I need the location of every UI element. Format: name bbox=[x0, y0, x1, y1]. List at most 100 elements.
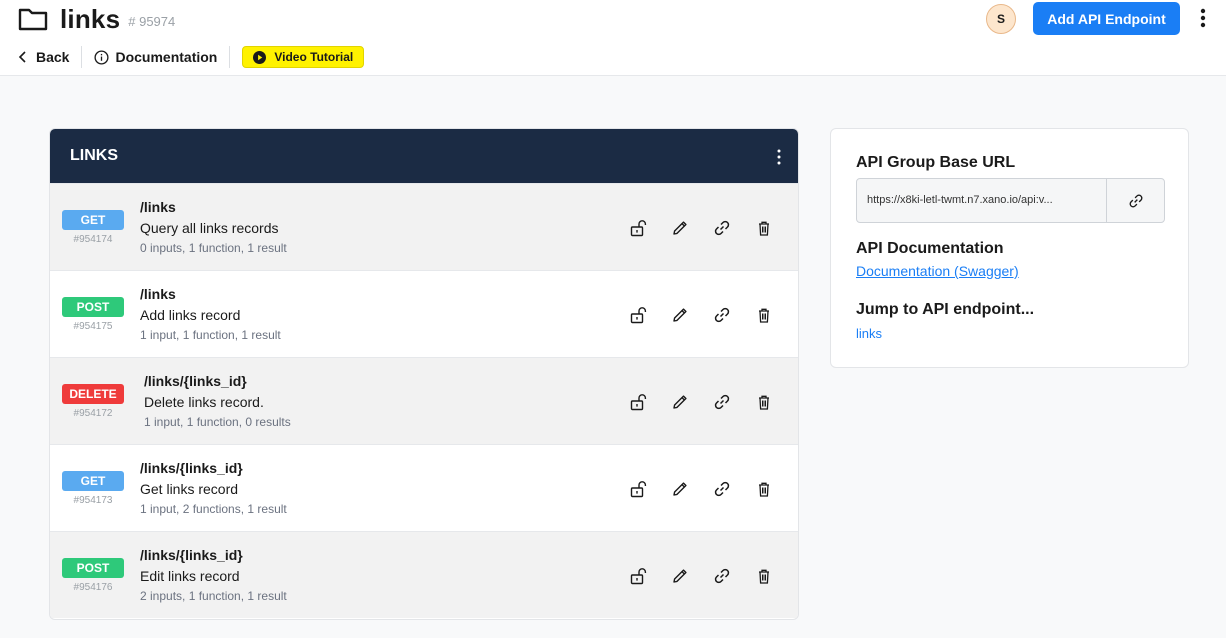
info-icon bbox=[94, 49, 110, 65]
endpoint-row[interactable]: GET #954174/links Query all links records 0… bbox=[50, 183, 798, 270]
divider bbox=[81, 46, 83, 68]
endpoint-info: /links/{links_id} Delete links record. 1 i… bbox=[144, 372, 291, 430]
endpoint-meta: 1 input, 2 functions, 1 result bbox=[140, 502, 287, 516]
endpoint-list: GET #954174/links Query all links records 0… bbox=[50, 183, 798, 618]
trash-icon bbox=[759, 221, 769, 236]
pencil-button[interactable] bbox=[670, 392, 690, 412]
link-button[interactable] bbox=[712, 392, 732, 412]
divider bbox=[229, 46, 231, 68]
endpoint-row[interactable]: POST #954176/links/{links_id} Edit links r… bbox=[50, 531, 798, 618]
back-button[interactable]: Back bbox=[18, 49, 69, 65]
title-row: links # 95974 bbox=[18, 4, 175, 34]
unlock-button[interactable] bbox=[628, 566, 648, 586]
pencil-button[interactable] bbox=[670, 479, 690, 499]
folder-icon bbox=[18, 8, 48, 31]
row-actions bbox=[628, 566, 796, 586]
endpoint-id: #954174 bbox=[73, 234, 113, 245]
pencil-button[interactable] bbox=[670, 305, 690, 325]
endpoint-description: Add links record bbox=[140, 307, 241, 323]
copy-url-button[interactable] bbox=[1106, 179, 1164, 222]
trash-icon bbox=[759, 308, 769, 323]
pencil-icon bbox=[673, 395, 687, 409]
method-badge: POST bbox=[62, 297, 124, 317]
row-actions bbox=[628, 305, 796, 325]
pencil-icon bbox=[673, 221, 687, 235]
endpoint-id: #954172 bbox=[73, 408, 113, 419]
documentation-link[interactable]: Documentation bbox=[94, 49, 217, 65]
endpoint-info: /links Query all links records 0 inputs, 1… bbox=[140, 198, 287, 256]
trash-button[interactable] bbox=[754, 218, 774, 238]
endpoint-id: #954176 bbox=[73, 582, 113, 593]
page-title: links bbox=[60, 3, 121, 34]
endpoint-meta: 1 input, 1 function, 0 results bbox=[144, 415, 291, 429]
endpoint-info: /links/{links_id} Get links record 1 input… bbox=[140, 459, 287, 517]
trash-icon bbox=[759, 395, 769, 410]
video-tutorial-label: Video Tutorial bbox=[274, 50, 354, 64]
endpoint-id: #954173 bbox=[73, 495, 113, 506]
endpoint-row[interactable]: DELETE #954172/links/{links_id} Delete lin… bbox=[50, 357, 798, 444]
unlock-button[interactable] bbox=[628, 218, 648, 238]
link-button[interactable] bbox=[712, 479, 732, 499]
base-url-heading: API Group Base URL bbox=[856, 154, 1016, 171]
link-icon bbox=[714, 481, 730, 497]
jump-endpoint-link[interactable]: links bbox=[856, 326, 882, 341]
endpoint-row[interactable]: GET #954173/links/{links_id} Get links rec… bbox=[50, 444, 798, 531]
trash-button[interactable] bbox=[754, 392, 774, 412]
endpoint-path[interactable]: /links/{links_id} bbox=[140, 546, 287, 564]
link-icon bbox=[714, 394, 730, 410]
trash-icon bbox=[759, 569, 769, 584]
method-badge: GET bbox=[62, 471, 124, 491]
endpoint-description: Edit links record bbox=[140, 568, 240, 584]
doc-heading: API Documentation bbox=[856, 240, 1004, 257]
video-tutorial-button[interactable]: Video Tutorial bbox=[242, 46, 365, 68]
documentation-label: Documentation bbox=[115, 49, 218, 65]
unlock-button[interactable] bbox=[628, 392, 648, 412]
unlock-button[interactable] bbox=[628, 479, 648, 499]
trash-button[interactable] bbox=[754, 566, 774, 586]
endpoint-meta: 1 input, 1 function, 1 result bbox=[140, 328, 281, 342]
jump-heading: Jump to API endpoint... bbox=[856, 301, 1035, 318]
play-icon bbox=[253, 50, 267, 64]
link-button[interactable] bbox=[712, 566, 732, 586]
row-actions bbox=[628, 392, 796, 412]
link-button[interactable] bbox=[712, 305, 732, 325]
endpoint-meta: 2 inputs, 1 function, 1 result bbox=[140, 589, 287, 603]
endpoint-info: /links Add links record 1 input, 1 functio… bbox=[140, 285, 281, 343]
kebab-icon[interactable] bbox=[776, 149, 782, 165]
method-badge: POST bbox=[62, 558, 124, 578]
method-badge: GET bbox=[62, 210, 124, 230]
link-icon bbox=[714, 220, 730, 236]
kebab-icon[interactable] bbox=[1196, 6, 1210, 30]
unlock-button[interactable] bbox=[628, 305, 648, 325]
endpoint-description: Query all links records bbox=[140, 220, 279, 236]
page-header: links # 95974 Back Documentation Video T… bbox=[0, 0, 1226, 76]
endpoint-path[interactable]: /links/{links_id} bbox=[140, 459, 287, 477]
unlock-icon bbox=[630, 394, 647, 411]
endpoint-info: /links/{links_id} Edit links record 2 inpu… bbox=[140, 546, 287, 604]
add-api-endpoint-button[interactable]: Add API Endpoint bbox=[1033, 2, 1180, 35]
pencil-button[interactable] bbox=[670, 218, 690, 238]
endpoint-description: Delete links record. bbox=[144, 394, 264, 410]
endpoint-row[interactable]: POST #954175/links Add links record 1 input… bbox=[50, 270, 798, 357]
row-actions bbox=[628, 479, 796, 499]
pencil-button[interactable] bbox=[670, 566, 690, 586]
endpoint-description: Get links record bbox=[140, 481, 239, 497]
base-url-text[interactable]: https://x8ki-letl-twmt.n7.xano.io/api:v.… bbox=[857, 179, 1106, 222]
unlock-icon bbox=[630, 220, 647, 237]
base-url-field[interactable]: https://x8ki-letl-twmt.n7.xano.io/api:v.… bbox=[856, 178, 1165, 223]
panel-header: LINKS bbox=[50, 129, 798, 183]
avatar[interactable]: S bbox=[986, 4, 1016, 34]
endpoint-path[interactable]: /links bbox=[140, 285, 281, 303]
row-actions bbox=[628, 218, 796, 238]
unlock-icon bbox=[630, 307, 647, 324]
trash-button[interactable] bbox=[754, 479, 774, 499]
endpoint-path[interactable]: /links/{links_id} bbox=[144, 372, 291, 390]
method-badge: DELETE bbox=[62, 384, 124, 404]
endpoint-path[interactable]: /links bbox=[140, 198, 287, 216]
link-button[interactable] bbox=[712, 218, 732, 238]
swagger-docs-link[interactable]: Documentation (Swagger) bbox=[856, 263, 1019, 279]
link-icon bbox=[1129, 194, 1142, 207]
endpoints-panel: LINKS GET #954174/links Query all links re… bbox=[49, 128, 799, 620]
trash-button[interactable] bbox=[754, 305, 774, 325]
panel-title: LINKS bbox=[70, 147, 118, 164]
